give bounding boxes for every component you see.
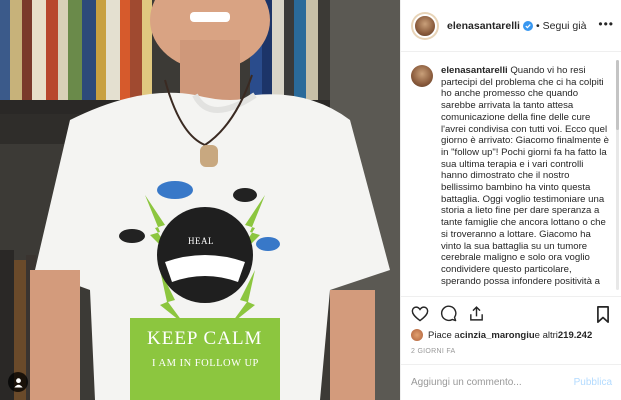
- caption-avatar[interactable]: [411, 65, 433, 87]
- publish-button[interactable]: Pubblica: [574, 377, 612, 388]
- post-sidebar: elenasantarelli • Segui già ••• elenasan…: [400, 0, 621, 400]
- post-photo[interactable]: HEAL KEEP CALM I AM IN FOLLOW UP: [0, 0, 400, 400]
- likes-count[interactable]: 219.242: [558, 330, 592, 341]
- caption-area: elenasantarelli Quando vi ho resi partec…: [401, 53, 621, 295]
- shirt-line-1: KEEP CALM: [147, 328, 263, 349]
- tagged-user-icon[interactable]: [8, 372, 28, 392]
- header-user-info: elenasantarelli • Segui già: [447, 20, 586, 32]
- more-options-icon[interactable]: •••: [598, 17, 614, 31]
- share-icon[interactable]: [465, 303, 487, 325]
- action-bar: [401, 296, 621, 330]
- following-button[interactable]: Segui già: [543, 20, 587, 32]
- shirt-line-2: I AM IN FOLLOW UP: [152, 358, 259, 369]
- caption-body: Quando vi ho resi partecipi del problema…: [441, 65, 609, 287]
- caption-scrollbar[interactable]: [616, 60, 619, 290]
- shirt-logo-text: HEAL: [188, 236, 214, 246]
- comment-icon[interactable]: [437, 303, 459, 325]
- heart-icon[interactable]: [409, 303, 431, 325]
- avatar[interactable]: [411, 11, 439, 40]
- bookmark-icon[interactable]: [592, 303, 614, 325]
- header-username[interactable]: elenasantarelli: [447, 20, 520, 32]
- comment-box: Pubblica: [401, 364, 621, 400]
- comment-input[interactable]: [411, 377, 561, 388]
- likes-prefix: Piace a: [428, 329, 460, 341]
- header-separator: •: [535, 19, 540, 32]
- caption-text-block: elenasantarelli Quando vi ho resi partec…: [441, 65, 612, 295]
- likes-middle: e altri: [534, 329, 558, 341]
- post-header: elenasantarelli • Segui già •••: [401, 0, 621, 52]
- verified-badge-icon: [522, 20, 533, 31]
- caption-username[interactable]: elenasantarelli: [441, 65, 508, 76]
- liker-avatar[interactable]: [411, 329, 423, 341]
- liker-username[interactable]: cinzia_marongiu: [460, 330, 535, 341]
- likes-summary: Piace a cinzia_marongiu e altri 219.242: [411, 329, 592, 341]
- post-timestamp[interactable]: 2 GIORNI FA: [411, 348, 456, 355]
